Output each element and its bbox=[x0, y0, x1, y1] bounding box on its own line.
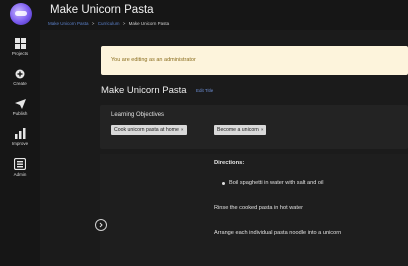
page-title: Make Unicorn Pasta bbox=[101, 85, 187, 96]
sidebar-item-improve[interactable]: Improve bbox=[0, 128, 40, 146]
objective-chip[interactable]: Become a unicorn × bbox=[214, 125, 267, 135]
remove-chip-icon[interactable]: × bbox=[181, 127, 184, 132]
learning-objectives-panel: Learning Objectives Cook unicorn pasta a… bbox=[100, 105, 408, 149]
sidebar-item-create[interactable]: Create bbox=[0, 69, 40, 86]
expand-button[interactable] bbox=[95, 219, 107, 231]
sidebar: Projects Create Publish Improve Admin bbox=[0, 0, 40, 266]
grid-icon bbox=[14, 38, 26, 49]
chart-icon bbox=[14, 128, 25, 139]
sidebar-item-label: Create bbox=[13, 81, 27, 86]
top-bar: Make Unicorn Pasta Make Unicorn Pasta > … bbox=[40, 0, 408, 30]
admin-banner-text: You are editing as an administrator bbox=[111, 57, 196, 63]
directions-step: Boil spaghetti in water with salt and oi… bbox=[229, 180, 324, 186]
sidebar-item-label: Admin bbox=[13, 172, 27, 177]
breadcrumb-item-project[interactable]: Make Unicorn Pasta bbox=[48, 21, 89, 26]
admin-icon bbox=[14, 158, 26, 170]
breadcrumb-item-curriculum[interactable]: Curriculum bbox=[98, 21, 120, 26]
edit-title-link[interactable]: Edit Title bbox=[196, 88, 213, 93]
breadcrumb-separator: > bbox=[91, 21, 95, 26]
bullet-icon bbox=[222, 182, 225, 185]
sidebar-item-label: Projects bbox=[11, 51, 29, 56]
chevron-right-icon bbox=[99, 222, 103, 228]
breadcrumb: Make Unicorn Pasta > Curriculum > Make U… bbox=[48, 21, 169, 26]
plus-icon bbox=[15, 69, 25, 79]
directions-step: Arrange each individual pasta noodle int… bbox=[214, 230, 342, 236]
sidebar-item-admin[interactable]: Admin bbox=[0, 158, 40, 177]
admin-banner: You are editing as an administrator bbox=[101, 46, 408, 75]
sidebar-item-projects[interactable]: Projects bbox=[0, 38, 40, 56]
sidebar-item-label: Publish bbox=[12, 111, 28, 116]
directions-heading: Directions: bbox=[214, 160, 245, 166]
objective-chip[interactable]: Cook unicorn pasta at home × bbox=[111, 125, 187, 135]
breadcrumb-item-current: Make Unicorn Pasta bbox=[128, 21, 170, 26]
objective-chip-label: Become a unicorn bbox=[217, 127, 259, 133]
breadcrumb-separator: > bbox=[122, 21, 126, 26]
sidebar-item-publish[interactable]: Publish bbox=[0, 99, 40, 116]
sidebar-item-label: Improve bbox=[11, 141, 29, 146]
learning-objectives-label: Learning Objectives bbox=[111, 112, 165, 118]
remove-chip-icon[interactable]: × bbox=[261, 127, 264, 132]
app-logo[interactable] bbox=[10, 3, 32, 25]
directions-step: Rinse the cooked pasta in hot water bbox=[214, 205, 303, 211]
send-icon bbox=[14, 99, 26, 109]
objective-chip-label: Cook unicorn pasta at home bbox=[114, 127, 179, 133]
app-title: Make Unicorn Pasta bbox=[50, 4, 154, 16]
